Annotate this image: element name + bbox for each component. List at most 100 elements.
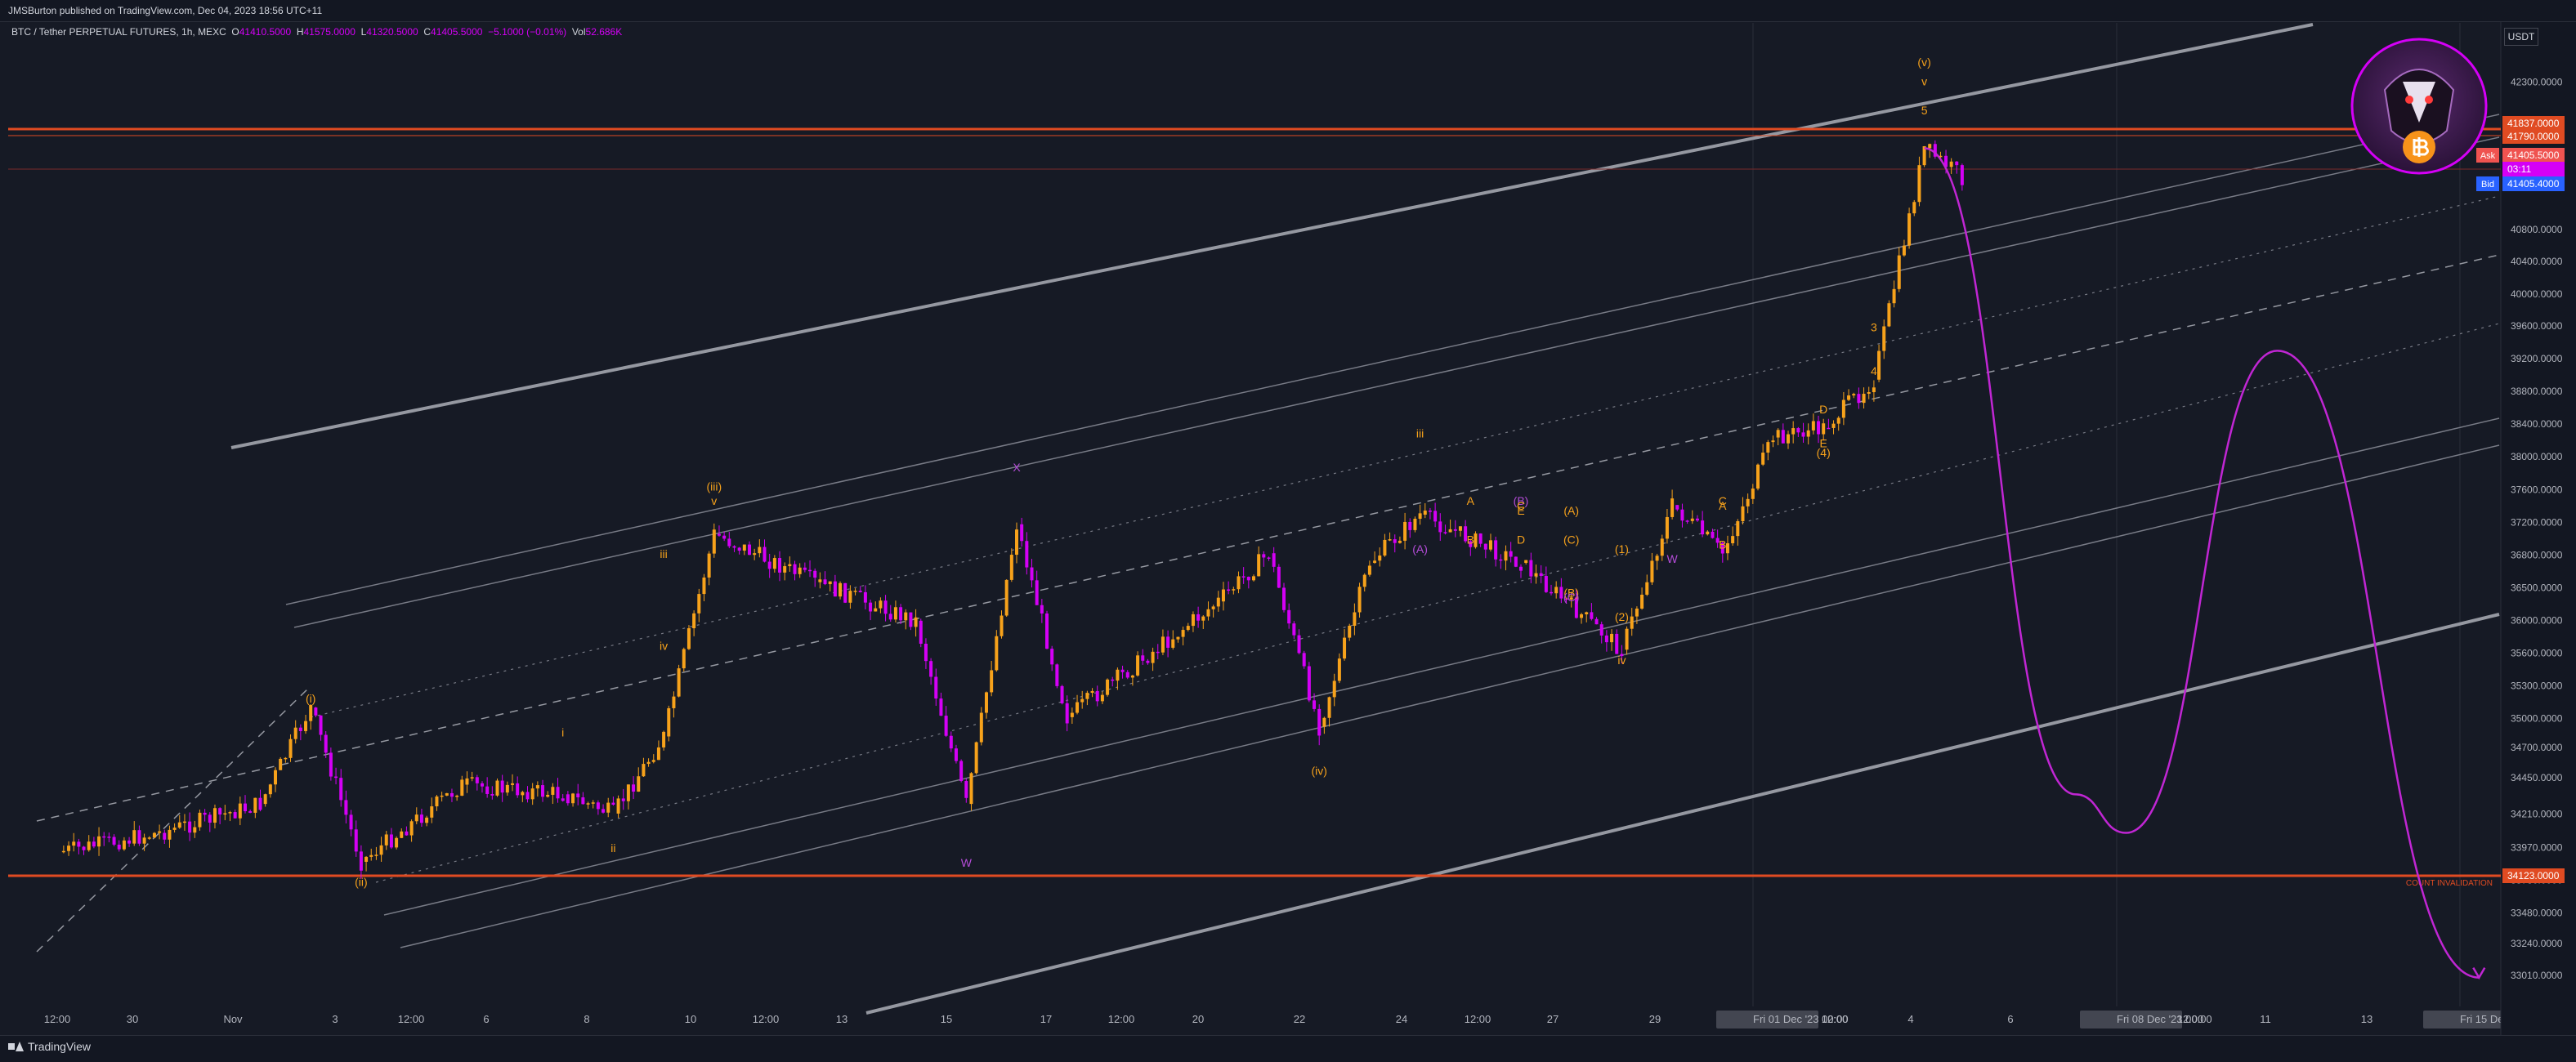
- candle-body: [778, 558, 782, 573]
- wave-label: 4: [1871, 364, 1877, 377]
- candle-body: [1483, 543, 1487, 550]
- candle-body: [1388, 539, 1392, 541]
- candle-body: [395, 837, 399, 848]
- price-label-value: 03:11: [2507, 163, 2531, 175]
- high-value: 41575.0000: [303, 26, 356, 38]
- candle-body: [465, 778, 469, 785]
- candle-body: [400, 831, 404, 838]
- candle-body: [1827, 427, 1831, 430]
- candle-body: [1685, 520, 1689, 522]
- candle-body: [1680, 509, 1684, 521]
- price-chart[interactable]: 12:00 30 Nov 3 12:00 6 8 10 12:00 13 15 17 12:00 20 22…: [0, 0, 2576, 1061]
- candle-body: [349, 814, 353, 830]
- candle-body: [243, 803, 247, 811]
- candle-body: [984, 692, 988, 713]
- candle-body: [1504, 551, 1508, 561]
- volume-label: Vol: [571, 26, 586, 38]
- candle-body: [874, 608, 878, 612]
- candle-body: [758, 547, 762, 554]
- candle-body: [1615, 633, 1619, 654]
- candle-body: [1151, 651, 1155, 663]
- candle-body: [1211, 606, 1215, 609]
- candle-body: [193, 827, 197, 833]
- candle-body: [414, 814, 418, 822]
- candle-body: [1771, 440, 1775, 443]
- candle-body: [1287, 609, 1291, 624]
- candle-body: [430, 806, 434, 818]
- symbol-legend[interactable]: BTC / Tether PERPETUAL FUTURES, 1h, MEXC…: [11, 26, 622, 38]
- candle-body: [974, 742, 978, 774]
- candle-body: [455, 796, 459, 797]
- candle-body: [516, 783, 520, 796]
- x-axis-tick-label: 10: [685, 1013, 696, 1025]
- candle-body: [1125, 672, 1129, 678]
- candle-body: [1313, 700, 1317, 709]
- tradingview-brand[interactable]: TradingView: [8, 1040, 91, 1053]
- candle-body: [656, 747, 660, 761]
- candle-body: [82, 846, 86, 850]
- candle-body: [611, 802, 615, 805]
- currency-selector[interactable]: USDT: [2504, 28, 2538, 46]
- x-axis-tick-label: 4: [1907, 1013, 1913, 1025]
- candle-body: [1852, 394, 1856, 396]
- candle-body: [692, 613, 696, 629]
- candle-body: [172, 828, 177, 830]
- candle-body: [1670, 498, 1675, 517]
- candle-body: [1604, 635, 1608, 643]
- candle-body: [1156, 651, 1160, 654]
- candle-body: [662, 731, 666, 747]
- candle-body: [87, 841, 91, 850]
- y-axis-tick-label: 34210.0000: [2511, 809, 2563, 820]
- candle-body: [1130, 675, 1134, 678]
- wave-label: (v): [1917, 56, 1930, 69]
- candle-body: [1836, 417, 1840, 424]
- candle-body: [1776, 430, 1780, 438]
- x-axis-tick-label: 15: [941, 1013, 952, 1025]
- candle-body: [1353, 612, 1357, 626]
- candle-body: [1882, 326, 1886, 351]
- wave-label: (ii): [355, 875, 368, 888]
- wave-label: E: [1820, 436, 1827, 449]
- candle-body: [480, 783, 484, 787]
- candle-body: [1781, 430, 1785, 444]
- candle-body: [712, 529, 716, 554]
- candle-body: [581, 797, 585, 805]
- candle-body: [1373, 560, 1377, 564]
- candle-body: [1232, 589, 1236, 591]
- chart-background: [0, 0, 2576, 1061]
- candle-body: [893, 607, 897, 620]
- candle-body: [1257, 554, 1261, 577]
- candle-body: [646, 761, 651, 765]
- candle-body: [1711, 531, 1715, 538]
- candle-body: [1438, 521, 1442, 533]
- candle-body: [722, 535, 727, 539]
- change-value: −5.1000 (−0.01%): [488, 26, 567, 38]
- candle-body: [637, 776, 641, 792]
- candle-body: [288, 738, 293, 758]
- candle-body: [1529, 560, 1533, 577]
- candle-body: [1544, 576, 1548, 592]
- candle-body: [1343, 637, 1347, 659]
- candle-body: [667, 707, 671, 737]
- price-label-value: 41405.4000: [2507, 178, 2560, 190]
- close-value: 41405.5000: [431, 26, 483, 38]
- candle-body: [869, 602, 873, 612]
- candle-body: [1191, 614, 1195, 627]
- x-axis-tick-label: 6: [2007, 1013, 2013, 1025]
- wave-label: iii: [1416, 427, 1424, 440]
- y-axis-tick-label: 34700.0000: [2511, 742, 2563, 753]
- candle-body: [1590, 612, 1594, 619]
- candle-body: [1610, 633, 1614, 643]
- wave-label: (1): [1615, 542, 1629, 556]
- candle-body: [1478, 533, 1483, 544]
- candle-body: [1428, 511, 1432, 512]
- candle-body: [702, 577, 706, 595]
- candle-body: [1453, 529, 1457, 531]
- candle-body: [1009, 555, 1013, 580]
- candle-body: [1892, 288, 1896, 304]
- candle-body: [1403, 521, 1407, 541]
- high-label: H: [296, 26, 304, 38]
- x-axis-tick-label: 29: [1649, 1013, 1661, 1025]
- candle-body: [642, 764, 646, 777]
- y-axis-tick-label: 37200.0000: [2511, 516, 2563, 528]
